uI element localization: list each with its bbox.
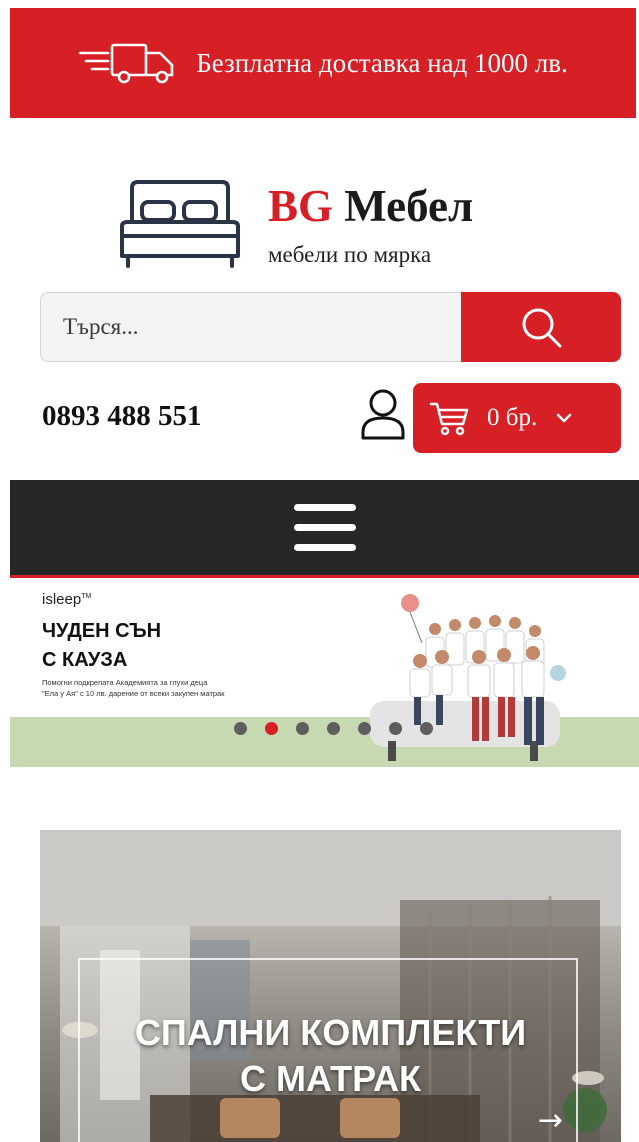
hamburger-menu-icon[interactable]: [293, 502, 356, 554]
slide-headline: ЧУДЕН СЪН С КАУЗА: [42, 617, 161, 675]
slide-photo: [370, 594, 566, 761]
search-icon: [522, 308, 562, 348]
slider-dot[interactable]: [389, 722, 402, 735]
slider-dot[interactable]: [265, 722, 278, 735]
site-logo[interactable]: BG Мебел мебели по мярка: [118, 178, 538, 278]
search-bar: [40, 292, 621, 362]
category-card-bedroom-sets[interactable]: СПАЛНИ КОМПЛЕКТИ С МАТРАК →: [40, 830, 621, 1142]
cart-icon: [429, 402, 469, 436]
phone-number[interactable]: 0893 488 551: [42, 400, 202, 433]
slide-headline-line1: ЧУДЕН СЪН: [42, 620, 162, 642]
slide-fine-print: Помогни подкрепата Академията за глухи д…: [42, 677, 225, 699]
slide-fine-line1: Помогни подкрепата Академията за глухи д…: [42, 678, 208, 687]
free-delivery-text: Безплатна доставка над 1000 лв.: [196, 47, 568, 78]
promo-slider[interactable]: isleepTM ЧУДЕН СЪН С КАУЗА Помогни подкр…: [10, 581, 639, 767]
cart-count: 0 бр.: [487, 404, 538, 431]
cart-button[interactable]: 0 бр.: [413, 383, 621, 453]
slide-brand-mark: TM: [81, 593, 92, 600]
slider-dot[interactable]: [420, 722, 433, 735]
slide-brand-name: isleep: [42, 591, 82, 608]
search-button[interactable]: [461, 292, 621, 362]
arrow-right-icon: →: [537, 1103, 563, 1138]
main-nav: [10, 480, 639, 578]
category-title-line1: СПАЛНИ КОМПЛЕКТИ: [134, 1012, 527, 1053]
slide-brand: isleepTM: [42, 591, 91, 608]
brand-name: BG Мебел: [268, 184, 473, 229]
slider-dot[interactable]: [358, 722, 371, 735]
slide-fine-line2: "Ела у Ая" с 10 лв. дарение от всеки зак…: [42, 689, 225, 698]
slide-headline-line2: С КАУЗА: [42, 649, 128, 671]
slider-dot[interactable]: [327, 722, 340, 735]
chevron-down-icon: [556, 413, 572, 423]
free-delivery-banner: Безплатна доставка над 1000 лв.: [10, 8, 636, 118]
slider-dots: [234, 722, 433, 735]
slider-dot[interactable]: [296, 722, 309, 735]
user-icon[interactable]: [360, 388, 406, 440]
brand-word: Мебел: [344, 181, 474, 231]
brand-tagline: мебели по мярка: [268, 242, 432, 267]
category-title: СПАЛНИ КОМПЛЕКТИ С МАТРАК: [40, 1010, 621, 1102]
delivery-truck-icon: [78, 43, 174, 84]
slider-dot[interactable]: [234, 722, 247, 735]
brand-accent: BG: [268, 181, 334, 231]
bed-icon: [120, 180, 240, 268]
search-input[interactable]: [40, 292, 461, 362]
category-title-line2: С МАТРАК: [239, 1058, 421, 1099]
